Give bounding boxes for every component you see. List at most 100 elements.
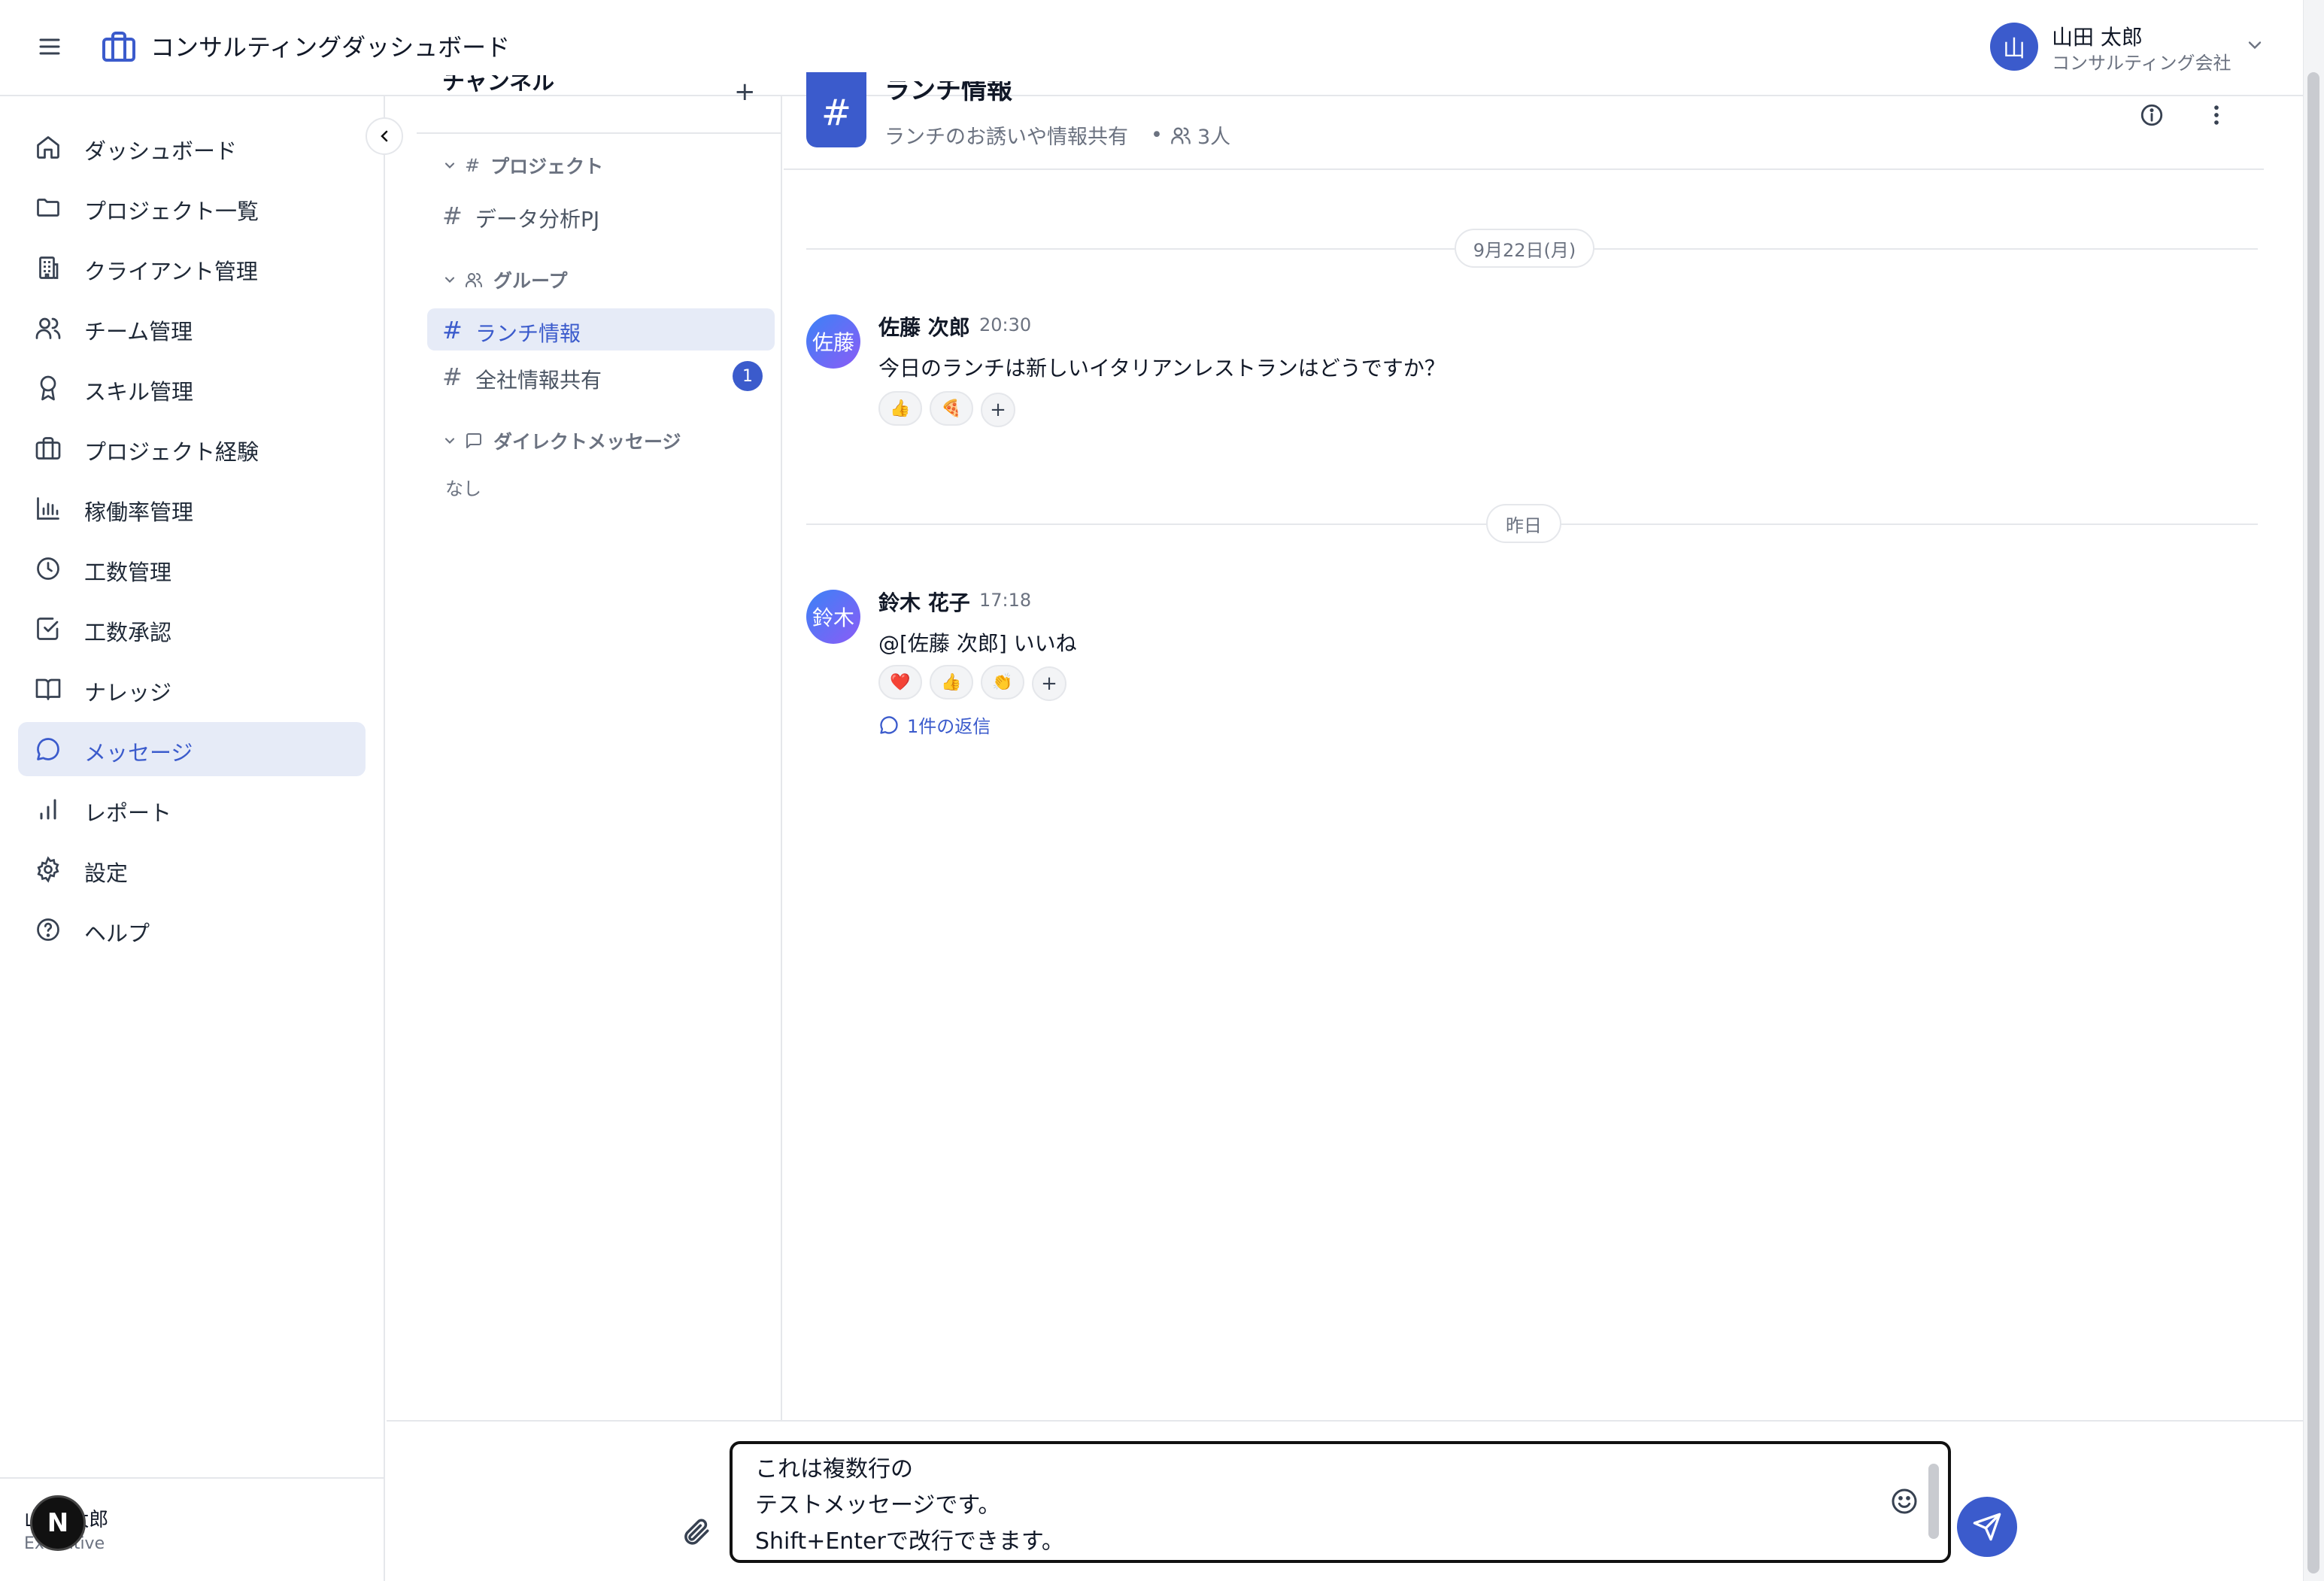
- room-members[interactable]: • 3人: [1151, 120, 1230, 150]
- collapse-sidebar-button[interactable]: [366, 117, 403, 155]
- users-icon: [35, 314, 62, 341]
- chevron-down-icon[interactable]: [2244, 35, 2265, 56]
- menu-icon[interactable]: [36, 33, 63, 60]
- message-text: @[佐藤 次郎] いいね: [878, 631, 1077, 656]
- sidebar-item-label: プロジェクト一覧: [84, 199, 259, 224]
- sidebar-item-label: ダッシュボード: [84, 138, 238, 164]
- user-name: 山田 太郎: [2052, 25, 2143, 50]
- sidebar-item-label: ヘルプ: [84, 921, 150, 946]
- hash-icon: #: [465, 155, 481, 176]
- folder-icon: [35, 194, 62, 221]
- users-icon: [1170, 125, 1191, 146]
- add-channel-button[interactable]: +: [734, 77, 756, 107]
- channel-item-data-pj[interactable]: # データ分析PJ: [427, 194, 775, 236]
- sidebar-item-clients[interactable]: クライアント管理: [18, 241, 366, 295]
- sidebar-item-settings[interactable]: 設定: [18, 842, 366, 897]
- info-icon[interactable]: [2139, 102, 2165, 128]
- check-square-icon: [35, 615, 62, 642]
- dm-empty-text: なし: [445, 478, 481, 499]
- sidebar-item-label: 工数承認: [84, 620, 172, 645]
- unread-badge: 1: [733, 361, 763, 391]
- sidebar-item-help[interactable]: ヘルプ: [18, 903, 366, 957]
- reaction-pizza[interactable]: 🍕: [930, 391, 973, 426]
- sidebar-item-label: 稼働率管理: [84, 499, 194, 525]
- page-scrollbar-thumb[interactable]: [2307, 72, 2319, 1573]
- sidebar-item-label: 設定: [84, 860, 129, 886]
- briefcase-icon: [35, 435, 62, 462]
- user-menu[interactable]: 山 山田 太郎 コンサルティング会社: [1990, 21, 2268, 74]
- member-count: 3人: [1197, 126, 1231, 149]
- message-time: 17:18: [979, 590, 1032, 611]
- message-author[interactable]: 佐藤 次郎: [878, 311, 970, 341]
- date-separator: 昨日: [1486, 504, 1561, 543]
- composer-scrollbar[interactable]: [1928, 1464, 1939, 1539]
- sidebar-item-reports[interactable]: レポート: [18, 782, 366, 836]
- paperclip-icon[interactable]: [680, 1516, 711, 1548]
- building-icon: [35, 254, 62, 281]
- emoji-icon[interactable]: [1889, 1486, 1919, 1516]
- add-reaction-button[interactable]: +: [981, 393, 1015, 427]
- divider: [784, 168, 2264, 170]
- message-composer: これは複数行の テストメッセージです。 Shift+Enterで改行できます。: [730, 1441, 1951, 1563]
- reaction-heart[interactable]: ❤️: [878, 665, 922, 699]
- sidebar-item-project-experience[interactable]: プロジェクト経験: [18, 421, 366, 475]
- sidebar-item-messages[interactable]: メッセージ: [18, 722, 366, 776]
- message-text: 今日のランチは新しいイタリアンレストランはどうですか？: [878, 356, 1446, 381]
- sidebar-item-projects[interactable]: プロジェクト一覧: [18, 181, 366, 235]
- section-project[interactable]: # プロジェクト: [442, 150, 603, 181]
- reaction-thumbs-up[interactable]: 👍: [878, 391, 922, 426]
- channel-label: データ分析PJ: [475, 207, 600, 232]
- channel-item-lunch[interactable]: # ランチ情報: [427, 308, 775, 350]
- book-icon: [35, 675, 62, 702]
- reaction-clap[interactable]: 👏: [981, 665, 1024, 699]
- sidebar-item-timesheet[interactable]: 工数管理: [18, 542, 366, 596]
- room-description: ランチのお誘いや情報共有: [884, 126, 1128, 149]
- send-icon: [1973, 1513, 2001, 1541]
- app-title: コンサルティングダッシュボード: [150, 33, 511, 62]
- hash-icon: #: [442, 363, 463, 391]
- channel-item-company[interactable]: # 全社情報共有: [427, 355, 775, 397]
- sidebar-item-label: メッセージ: [84, 740, 193, 766]
- sidebar-item-label: クライアント管理: [84, 259, 258, 284]
- users-icon: [465, 271, 483, 289]
- settings-icon: [35, 856, 62, 883]
- channel-label: 全社情報共有: [475, 368, 602, 393]
- award-icon: [35, 375, 62, 402]
- sidebar-item-knowledge[interactable]: ナレッジ: [18, 662, 366, 716]
- sidebar-item-utilization[interactable]: 稼働率管理: [18, 481, 366, 536]
- sidebar-item-approval[interactable]: 工数承認: [18, 602, 366, 656]
- dev-tools-badge[interactable]: N: [30, 1495, 86, 1551]
- sidebar-item-label: レポート: [84, 800, 172, 826]
- message-input[interactable]: これは複数行の テストメッセージです。 Shift+Enterで改行できます。: [755, 1452, 1898, 1557]
- divider: [417, 132, 781, 134]
- room-hash-icon: #: [806, 72, 866, 147]
- reaction-thumbs-up[interactable]: 👍: [930, 665, 973, 699]
- message-author[interactable]: 鈴木 花子: [878, 587, 970, 617]
- user-company: コンサルティング会社: [2052, 53, 2231, 74]
- chevron-down-icon: [442, 433, 457, 448]
- section-group[interactable]: グループ: [442, 265, 568, 295]
- chevron-left-icon: [381, 130, 388, 142]
- bar-chart-icon: [35, 495, 62, 522]
- sidebar-item-skills[interactable]: スキル管理: [18, 361, 366, 415]
- date-separator: 9月22日(月): [1455, 229, 1594, 268]
- message-square-icon: [465, 432, 483, 450]
- send-button[interactable]: [1957, 1497, 2017, 1557]
- message-time: 20:30: [979, 314, 1032, 335]
- chevron-down-icon: [442, 158, 457, 173]
- thread-replies-link[interactable]: 1件の返信: [878, 712, 991, 738]
- briefcase-icon: [101, 29, 137, 65]
- add-reaction-button[interactable]: +: [1032, 666, 1066, 701]
- chevron-down-icon: [442, 272, 457, 287]
- sidebar-item-label: プロジェクト経験: [84, 439, 259, 465]
- avatar[interactable]: 鈴木: [806, 590, 860, 644]
- section-dm[interactable]: ダイレクトメッセージ: [442, 426, 681, 456]
- sidebar-item-team[interactable]: チーム管理: [18, 301, 366, 355]
- avatar[interactable]: 佐藤: [806, 314, 860, 369]
- top-bar: コンサルティングダッシュボード 山 山田 太郎 コンサルティング会社: [0, 0, 2303, 96]
- more-vertical-icon[interactable]: [2204, 102, 2229, 128]
- channel-panel: [387, 96, 782, 1420]
- sidebar-item-dashboard[interactable]: ダッシュボード: [18, 120, 366, 174]
- channel-header: チャンネル: [442, 75, 555, 96]
- hash-icon: #: [442, 316, 463, 344]
